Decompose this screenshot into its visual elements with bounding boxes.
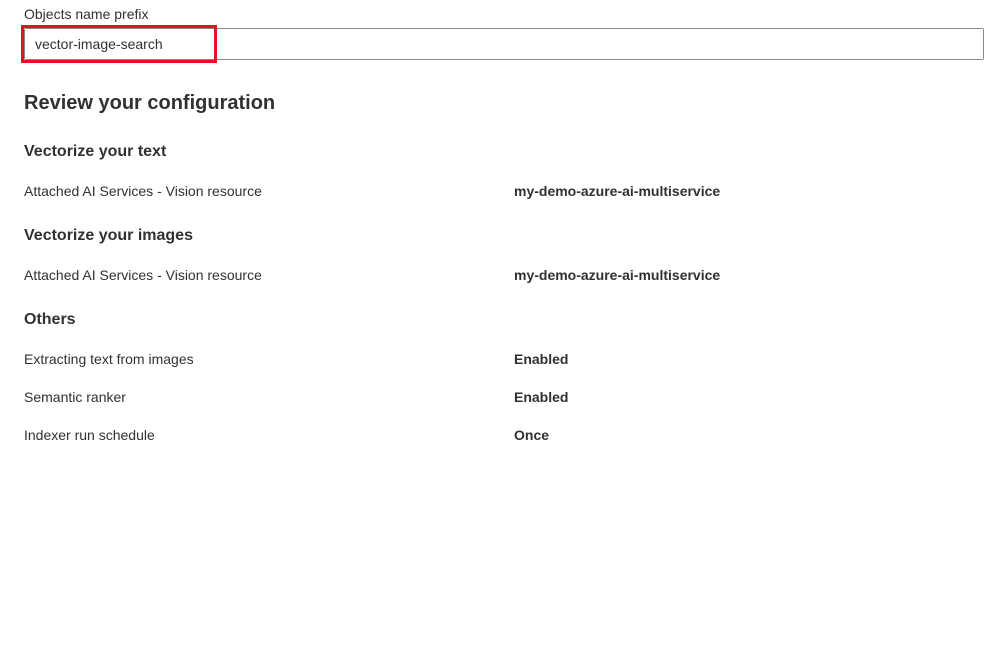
indexer-schedule-label: Indexer run schedule (24, 427, 514, 443)
vectorize-text-resource-value: my-demo-azure-ai-multiservice (514, 183, 984, 199)
objects-name-prefix-label: Objects name prefix (24, 6, 984, 22)
config-row: Extracting text from images Enabled (24, 351, 984, 367)
config-row: Attached AI Services - Vision resource m… (24, 183, 984, 199)
vectorize-text-resource-label: Attached AI Services - Vision resource (24, 183, 514, 199)
config-row: Attached AI Services - Vision resource m… (24, 267, 984, 283)
review-configuration-heading: Review your configuration (24, 92, 984, 115)
indexer-schedule-value: Once (514, 427, 984, 443)
vectorize-images-resource-label: Attached AI Services - Vision resource (24, 267, 514, 283)
config-row: Indexer run schedule Once (24, 427, 984, 443)
vectorize-images-resource-value: my-demo-azure-ai-multiservice (514, 267, 984, 283)
semantic-ranker-label: Semantic ranker (24, 389, 514, 405)
extracting-text-value: Enabled (514, 351, 984, 367)
vectorize-text-heading: Vectorize your text (24, 143, 984, 161)
objects-name-prefix-input[interactable] (24, 28, 984, 60)
others-heading: Others (24, 311, 984, 329)
extracting-text-label: Extracting text from images (24, 351, 514, 367)
vectorize-images-heading: Vectorize your images (24, 227, 984, 245)
semantic-ranker-value: Enabled (514, 389, 984, 405)
config-row: Semantic ranker Enabled (24, 389, 984, 405)
